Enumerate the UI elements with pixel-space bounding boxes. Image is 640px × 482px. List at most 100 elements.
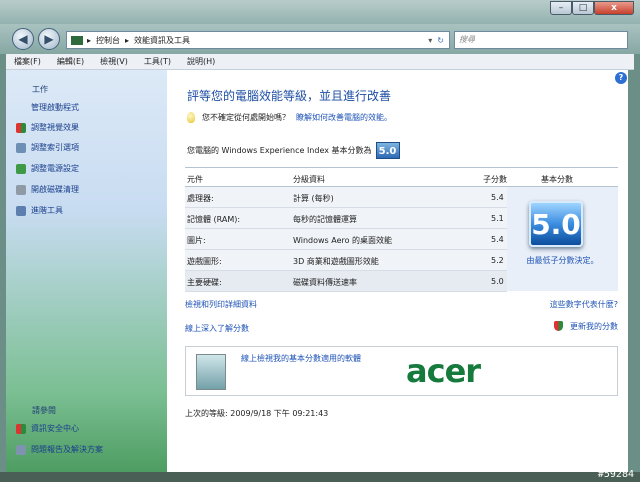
tasks-heading: 工作 <box>32 85 48 94</box>
see-also-label: 問題報告及解決方案 <box>31 445 103 454</box>
control-panel-icon <box>71 35 83 45</box>
row-subscore: 5.4 <box>491 193 504 202</box>
row-subscore: 5.2 <box>491 256 504 265</box>
menu-edit[interactable]: 編輯(E) <box>49 56 92 67</box>
shield-icon <box>16 122 26 133</box>
view-details-link[interactable]: 檢視和列印詳細資料 <box>185 299 257 310</box>
row-rated: 計算 (每秒) <box>293 194 334 203</box>
row-component: 主要硬碟: <box>187 278 222 287</box>
task-advanced-tools[interactable]: 進階工具 <box>16 205 63 216</box>
window: – □ x ◀ ▶ ▸ 控制台 ▸ 效能資訊及工具 ▾ ↻ 搜尋 檔案(F) 編… <box>0 0 640 482</box>
tip-line: 您不確定從何處開始嗎？ 瞭解如何改善電腦的效能。 <box>187 112 392 123</box>
menu-tools[interactable]: 工具(T) <box>136 56 179 67</box>
update-score-link[interactable]: 更新我的分數 <box>554 321 618 332</box>
address-bar[interactable]: ▸ 控制台 ▸ 效能資訊及工具 ▾ ↻ <box>66 31 450 49</box>
col-base: 基本分數 <box>541 175 573 184</box>
row-component: 處理器: <box>187 194 214 203</box>
what-do-numbers-mean-link[interactable]: 這些數字代表什麼? <box>550 299 618 310</box>
software-box-icon <box>196 354 226 390</box>
task-label: 管理啟動程式 <box>31 103 79 112</box>
row-subscore: 5.0 <box>491 277 504 286</box>
maximize-button[interactable]: □ <box>572 1 594 15</box>
shield-icon <box>554 321 564 331</box>
task-pane: 工作 管理啟動程式 調整視覺效果 調整索引選項 調整電源設定 開啟磁碟清理 進階… <box>6 70 167 472</box>
refresh-icon[interactable]: ↻ <box>437 36 444 45</box>
task-power-settings[interactable]: 調整電源設定 <box>16 163 79 174</box>
lightbulb-icon <box>187 112 195 123</box>
last-rating: 上次的等級: 2009/9/18 下午 09:21:43 <box>185 409 329 418</box>
breadcrumb-control-panel[interactable]: 控制台 <box>96 35 120 46</box>
back-arrow-icon[interactable]: ◀ <box>12 28 34 50</box>
base-score-label: 您電腦的 Windows Experience Index 基本分數為 <box>187 146 372 155</box>
see-also-heading: 請參閱 <box>32 406 56 415</box>
row-rated: Windows Aero 的桌面效能 <box>293 236 393 245</box>
row-component: 遊戲圖形: <box>187 257 222 266</box>
col-rated: 分級資料 <box>293 175 325 184</box>
task-label: 開啟磁碟清理 <box>31 185 79 194</box>
task-label: 進階工具 <box>31 206 63 215</box>
learn-more-online-link[interactable]: 線上深入了解分數 <box>185 323 249 334</box>
breadcrumb-performance[interactable]: 效能資訊及工具 <box>134 35 190 46</box>
dropdown-icon[interactable]: ▾ <box>428 36 432 45</box>
crumb-separator: ▸ <box>125 35 130 45</box>
row-component: 圖片: <box>187 236 206 245</box>
shield-icon <box>16 423 26 434</box>
table-row: 記憶體 (RAM): 每秒的記憶體運算 5.1 <box>185 208 507 229</box>
bottom-edge <box>0 472 640 482</box>
forward-arrow-icon[interactable]: ▶ <box>38 28 60 50</box>
row-subscore: 5.1 <box>491 214 504 223</box>
menu-help[interactable]: 說明(H) <box>179 56 223 67</box>
tools-icon <box>16 205 26 216</box>
page-title: 評等您的電腦效能等級，並且進行改善 <box>187 89 392 103</box>
table-row: 主要硬碟: 磁碟資料傳送速率 5.0 <box>185 271 507 292</box>
table-header: 元件 分級資料 子分數 基本分數 <box>185 167 618 187</box>
minimize-button[interactable]: – <box>550 1 572 15</box>
score-badge-small: 5.0 <box>375 142 400 159</box>
menu-file[interactable]: 檔案(F) <box>6 56 49 67</box>
table-row: 處理器: 計算 (每秒) 5.4 <box>185 187 507 208</box>
task-index-options[interactable]: 調整索引選項 <box>16 142 79 153</box>
blank-icon <box>16 103 26 113</box>
task-startup-programs[interactable]: 管理啟動程式 <box>16 102 79 113</box>
col-subscore: 子分數 <box>483 175 507 184</box>
base-score-line: 您電腦的 Windows Experience Index 基本分數為 5.0 <box>187 142 400 159</box>
col-component: 元件 <box>187 175 203 184</box>
disk-icon <box>16 184 26 195</box>
menu-bar: 檔案(F) 編輯(E) 檢視(V) 工具(T) 說明(H) <box>6 54 634 70</box>
see-also-label: 資訊安全中心 <box>31 424 79 433</box>
row-component: 記憶體 (RAM): <box>187 215 241 224</box>
base-score-badge: 5.0 <box>529 201 583 247</box>
close-button[interactable]: x <box>594 1 634 15</box>
main-content: ? 評等您的電腦效能等級，並且進行改善 您不確定從何處開始嗎？ 瞭解如何改善電腦… <box>167 70 628 472</box>
crumb-separator: ▸ <box>87 35 92 45</box>
row-rated: 3D 商業和遊戲圖形效能 <box>293 257 379 266</box>
task-label: 調整電源設定 <box>31 164 79 173</box>
search-input[interactable]: 搜尋 <box>454 31 628 49</box>
acer-logo[interactable]: acer <box>406 352 481 390</box>
compatible-software-link[interactable]: 線上檢視我的基本分數適用的軟體 <box>241 353 361 364</box>
menu-view[interactable]: 檢視(V) <box>92 56 136 67</box>
row-rated: 每秒的記憶體運算 <box>293 215 357 224</box>
task-label: 調整索引選項 <box>31 143 79 152</box>
software-box: 線上檢視我的基本分數適用的軟體 acer <box>185 346 618 396</box>
task-disk-cleanup[interactable]: 開啟磁碟清理 <box>16 184 79 195</box>
task-visual-effects[interactable]: 調整視覺效果 <box>16 122 79 133</box>
watermark: #59284 <box>597 469 634 480</box>
base-score-note[interactable]: 由最低子分數決定。 <box>507 255 618 266</box>
table-row: 圖片: Windows Aero 的桌面效能 5.4 <box>185 229 507 250</box>
row-subscore: 5.4 <box>491 235 504 244</box>
report-icon <box>16 444 26 455</box>
improve-performance-link[interactable]: 瞭解如何改善電腦的效能。 <box>296 112 392 123</box>
index-icon <box>16 142 26 153</box>
tip-text: 您不確定從何處開始嗎？ <box>202 113 290 122</box>
window-controls: – □ x <box>550 1 634 15</box>
task-label: 調整視覺效果 <box>31 123 79 132</box>
table-row: 遊戲圖形: 3D 商業和遊戲圖形效能 5.2 <box>185 250 507 271</box>
title-bar: – □ x <box>0 0 640 24</box>
help-icon[interactable]: ? <box>615 72 627 84</box>
update-score-label: 更新我的分數 <box>570 322 618 331</box>
power-icon <box>16 163 26 174</box>
address-toolbar: ◀ ▶ ▸ 控制台 ▸ 效能資訊及工具 ▾ ↻ 搜尋 <box>0 24 640 54</box>
see-also-problem-reports[interactable]: 問題報告及解決方案 <box>16 444 103 455</box>
see-also-security-center[interactable]: 資訊安全中心 <box>16 423 79 434</box>
